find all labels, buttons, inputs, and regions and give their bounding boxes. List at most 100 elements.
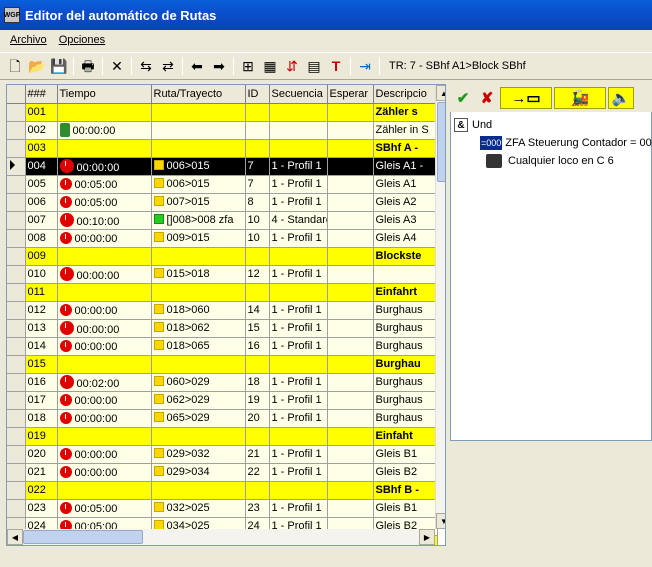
row-header[interactable] xyxy=(7,301,26,320)
back-arrow-icon[interactable]: ⬅ xyxy=(186,55,208,77)
row-header[interactable] xyxy=(7,319,26,338)
print-icon[interactable]: 🖶 xyxy=(77,55,99,77)
scroll-right-icon[interactable]: ▶ xyxy=(419,529,435,545)
table-row[interactable]: 022 SBhf B - xyxy=(7,481,438,500)
row-header[interactable] xyxy=(7,499,26,518)
horizontal-scrollbar[interactable]: ◀ ▶ xyxy=(7,529,435,545)
cell-secuencia: 1 - Profil 1 xyxy=(269,445,328,464)
col-header-tiempo[interactable]: Tiempo xyxy=(57,85,152,104)
table-row[interactable]: 019 Einfaht xyxy=(7,427,438,446)
row-header[interactable] xyxy=(7,193,26,212)
table-row[interactable]: 012 00:00:00 018>060 14 1 - Profil 1 Burghaus xyxy=(7,301,438,320)
row-header[interactable] xyxy=(7,427,26,446)
table-row[interactable]: 020 00:00:00 029>032 21 1 - Profil 1 Gleis B1 xyxy=(7,445,438,464)
cell-route-text: 006>015 xyxy=(166,178,210,190)
row-header[interactable] xyxy=(7,247,26,266)
swap-icon[interactable]: ⇵ xyxy=(281,55,303,77)
cell-route-text: 065>029 xyxy=(166,412,210,424)
scroll-up-icon[interactable]: ▲ xyxy=(436,85,445,101)
cell-route: 060>029 xyxy=(151,373,246,392)
cell-time: 00:00:00 xyxy=(57,463,152,482)
table-row[interactable]: 006 00:05:00 007>015 8 1 - Profil 1 Gleis A2 xyxy=(7,193,438,212)
new-icon[interactable]: 🗋 xyxy=(4,55,26,77)
row-header[interactable] xyxy=(7,283,26,302)
row-header[interactable] xyxy=(7,265,26,284)
table-row[interactable]: 002 00:00:00 Zähler in S xyxy=(7,121,438,140)
tree-item-label: ZFA Steuerung Contador = 00 xyxy=(505,137,652,149)
horizontal-scroll-thumb[interactable] xyxy=(23,530,143,544)
scroll-left-icon[interactable]: ◀ xyxy=(7,529,23,545)
col-header-id[interactable]: ID xyxy=(245,85,270,104)
menu-opciones[interactable]: Opciones xyxy=(53,34,111,46)
cell-route: 018>062 xyxy=(151,319,246,338)
speaker-icon[interactable]: 🔈 xyxy=(608,87,634,109)
table-row[interactable]: 021 00:00:00 029>034 22 1 - Profil 1 Gleis B2 xyxy=(7,463,438,482)
grid-icon[interactable]: ▦ xyxy=(259,55,281,77)
text-icon[interactable]: T xyxy=(325,55,347,77)
tree-root[interactable]: & Und xyxy=(454,116,650,134)
col-header-num[interactable]: ### xyxy=(25,85,58,104)
diagram-icon[interactable]: ⊞ xyxy=(237,55,259,77)
row-header[interactable] xyxy=(7,373,26,392)
vertical-scroll-thumb[interactable] xyxy=(437,102,445,182)
row-header[interactable] xyxy=(7,157,26,176)
row-header[interactable] xyxy=(7,103,26,122)
route2-icon[interactable]: ⇄ xyxy=(157,55,179,77)
row-header[interactable] xyxy=(7,139,26,158)
row-header[interactable] xyxy=(7,355,26,374)
exit-icon[interactable]: ⇥ xyxy=(354,55,376,77)
check-icon[interactable]: ✔ xyxy=(452,87,474,109)
table-row[interactable]: 003 SBhf A - xyxy=(7,139,438,158)
row-header[interactable] xyxy=(7,121,26,140)
col-header-descripcion[interactable]: Descripcio xyxy=(373,85,438,104)
table-row[interactable]: 013 00:00:00 018>062 15 1 - Profil 1 Burghaus xyxy=(7,319,438,338)
table-row[interactable]: 014 00:00:00 018>065 16 1 - Profil 1 Burghaus xyxy=(7,337,438,356)
table-row[interactable]: 011 Einfahrt xyxy=(7,283,438,302)
col-header-esperar[interactable]: Esperar xyxy=(327,85,374,104)
table-row[interactable]: 016 00:02:00 060>029 18 1 - Profil 1 Burghaus xyxy=(7,373,438,392)
table-row[interactable]: 004 00:00:00 006>015 7 1 - Profil 1 Gleis A1 … xyxy=(7,157,438,176)
table-row[interactable]: 017 00:00:00 062>029 19 1 - Profil 1 Burghaus xyxy=(7,391,438,410)
route-arrow-icon[interactable]: →▭ xyxy=(500,87,552,109)
table-row[interactable]: 018 00:00:00 065>029 20 1 - Profil 1 Burghaus xyxy=(7,409,438,428)
row-header[interactable] xyxy=(7,175,26,194)
tree-item[interactable]: =000 ZFA Steuerung Contador = 00 xyxy=(454,134,652,152)
save-icon[interactable]: 💾 xyxy=(48,55,70,77)
doc-icon[interactable]: ▤ xyxy=(303,55,325,77)
table-row[interactable]: 001 Zähler s xyxy=(7,103,438,122)
table-row[interactable]: 007 00:10:00 []008>008 zfa 10 4 - Standard Gl… xyxy=(7,211,438,230)
row-header[interactable] xyxy=(7,409,26,428)
route-icon[interactable]: ⇆ xyxy=(135,55,157,77)
route-icon xyxy=(153,196,164,206)
cell-id: 23 xyxy=(245,499,270,518)
col-header-secuencia[interactable]: Secuencia xyxy=(269,85,328,104)
table-row[interactable]: 023 00:05:00 032>025 23 1 - Profil 1 Gleis B1 xyxy=(7,499,438,518)
tree-item[interactable]: Cualquier loco en C 6 xyxy=(454,152,650,170)
cell-esperar xyxy=(327,175,374,194)
table-row[interactable]: 009 Blockste xyxy=(7,247,438,266)
cell-num-text: 013 xyxy=(27,322,46,334)
open-icon[interactable]: 📂 xyxy=(26,55,48,77)
loco-icon[interactable]: 🚂 xyxy=(554,87,606,109)
scroll-down-icon[interactable]: ▼ xyxy=(436,513,445,529)
route-icon xyxy=(153,304,164,314)
cross-icon[interactable]: ✘ xyxy=(476,87,498,109)
row-header[interactable] xyxy=(7,337,26,356)
col-header-ruta[interactable]: Ruta/Trayecto xyxy=(151,85,246,104)
table-row[interactable]: 010 00:00:00 015>018 12 1 - Profil 1 xyxy=(7,265,438,284)
row-header[interactable] xyxy=(7,463,26,482)
row-header[interactable] xyxy=(7,229,26,248)
cell-esperar xyxy=(327,373,374,392)
row-header[interactable] xyxy=(7,391,26,410)
forward-arrow-icon[interactable]: ➡ xyxy=(208,55,230,77)
cell-esperar xyxy=(327,391,374,410)
menu-archivo[interactable]: Archivo xyxy=(4,34,53,46)
table-row[interactable]: 015 Burghau xyxy=(7,355,438,374)
row-header[interactable] xyxy=(7,211,26,230)
row-header[interactable] xyxy=(7,481,26,500)
vertical-scrollbar[interactable]: ▲ ▼ xyxy=(435,85,445,529)
table-row[interactable]: 005 00:05:00 006>015 7 1 - Profil 1 Gleis A1 xyxy=(7,175,438,194)
table-row[interactable]: 008 00:00:00 009>015 10 1 - Profil 1 Gleis A4 xyxy=(7,229,438,248)
row-header[interactable] xyxy=(7,445,26,464)
delete-icon[interactable]: ✕ xyxy=(106,55,128,77)
